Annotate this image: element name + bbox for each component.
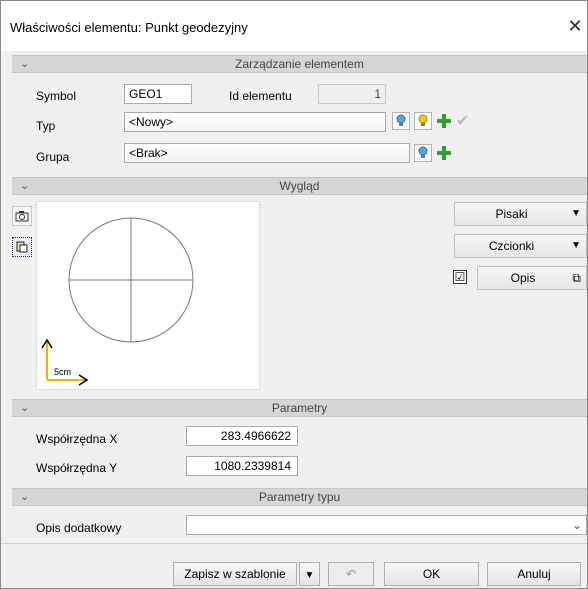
- description-checkbox[interactable]: ☑: [453, 270, 467, 284]
- extra-description-label: Opis dodatkowy: [36, 521, 122, 535]
- section-type-parameters-title: Parametry typu: [258, 490, 341, 504]
- section-type-parameters-header[interactable]: ⌄ Parametry typu: [12, 488, 587, 506]
- pens-button[interactable]: Pisaki ▼: [454, 202, 587, 226]
- fonts-label: Czcionki: [488, 239, 535, 253]
- section-management-title: Zarządzanie elementem: [235, 57, 364, 71]
- chevron-down-icon: ⌄: [571, 518, 582, 532]
- y-coordinate-label: Współrzędna Y: [36, 461, 118, 475]
- x-coordinate-label: Współrzędna X: [36, 432, 118, 446]
- layers-icon[interactable]: [12, 237, 32, 257]
- undo-icon: ↶: [345, 567, 357, 581]
- camera-icon[interactable]: [12, 206, 32, 226]
- plus-icon[interactable]: [436, 145, 452, 161]
- pens-label: Pisaki: [495, 207, 528, 221]
- cancel-button[interactable]: Anuluj: [487, 562, 581, 586]
- dropdown-caret-icon: ▼: [571, 240, 581, 251]
- footer-divider: [1, 543, 587, 544]
- dropdown-caret-icon: ▼: [571, 208, 581, 219]
- extra-description-select[interactable]: ⌄: [186, 515, 587, 535]
- group-select[interactable]: <Brak>: [124, 143, 410, 163]
- type-label: Typ: [36, 119, 56, 133]
- title-bar: Właściwości elementu: Punkt geodezyjny ✕: [1, 1, 587, 51]
- fonts-button[interactable]: Czcionki ▼: [454, 234, 587, 258]
- section-parameters-title: Parametry: [271, 401, 328, 415]
- plus-icon[interactable]: [436, 113, 452, 129]
- symbol-preview: 5cm: [36, 201, 260, 390]
- save-template-button[interactable]: Zapisz w szablonie: [173, 562, 297, 586]
- checkmark-icon: ✔: [456, 113, 470, 130]
- properties-dialog: Właściwości elementu: Punkt geodezyjny ✕…: [0, 0, 588, 589]
- undo-button[interactable]: ↶: [328, 562, 374, 586]
- chevron-down-icon: ⌄: [20, 491, 30, 503]
- section-parameters-header[interactable]: ⌄ Parametry: [12, 399, 587, 417]
- description-label: Opis: [510, 271, 536, 285]
- save-template-dropdown[interactable]: ▼: [299, 562, 320, 586]
- edit-icon: ⧉: [572, 271, 581, 285]
- type-select[interactable]: <Nowy>: [124, 112, 386, 132]
- lightbulb-yellow-icon[interactable]: [414, 112, 432, 130]
- dropdown-caret-icon: ▼: [304, 570, 315, 581]
- lightbulb-blue-icon[interactable]: [414, 144, 432, 162]
- symbol-label: Symbol: [36, 89, 77, 103]
- section-management-header[interactable]: ⌄ Zarządzanie elementem: [12, 55, 587, 73]
- scale-label: 5cm: [54, 367, 72, 377]
- group-label: Grupa: [36, 150, 70, 164]
- description-button[interactable]: Opis ⧉: [477, 266, 587, 290]
- chevron-down-icon: ⌄: [20, 58, 30, 70]
- symbol-input[interactable]: GEO1: [124, 84, 192, 104]
- section-appearance-header[interactable]: ⌄ Wygląd: [12, 177, 587, 195]
- lightbulb-blue-icon[interactable]: [392, 112, 410, 130]
- close-icon[interactable]: ✕: [563, 11, 587, 41]
- ok-button[interactable]: OK: [384, 562, 479, 586]
- chevron-down-icon: ⌄: [20, 180, 30, 192]
- section-appearance-title: Wygląd: [279, 179, 320, 193]
- id-input: 1: [318, 84, 386, 104]
- id-label: Id elementu: [229, 89, 292, 103]
- window-title: Właściwości elementu: Punkt geodezyjny: [10, 20, 248, 35]
- x-coordinate-input[interactable]: 283.4966622: [186, 426, 298, 446]
- y-coordinate-input[interactable]: 1080.2339814: [186, 456, 298, 476]
- chevron-down-icon: ⌄: [20, 402, 30, 414]
